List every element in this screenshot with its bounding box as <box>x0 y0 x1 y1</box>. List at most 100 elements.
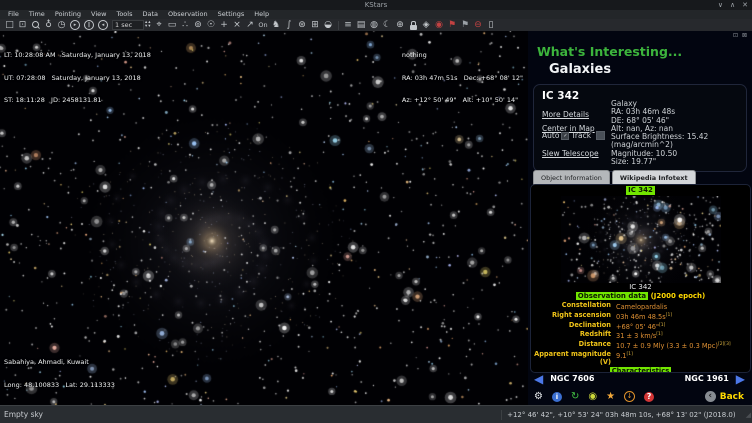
settings-icon[interactable]: ⚙ <box>534 390 543 404</box>
toggle-labels-icon[interactable]: On <box>257 20 270 31</box>
whats-up-tonight-icon[interactable]: ☾ <box>381 20 394 31</box>
find-telescope-icon[interactable]: ⊕ <box>394 20 407 31</box>
dock-close-icon[interactable]: ⊠ <box>742 32 747 39</box>
save-image-icon[interactable]: ▤ <box>355 20 368 31</box>
wiki-row-ref[interactable]: [1] <box>666 313 672 318</box>
back-button[interactable]: ‹ Back <box>705 391 744 402</box>
focus-crosshair-icon[interactable]: ⌖ <box>153 20 166 31</box>
toggle-constellation-lines-icon[interactable]: + <box>218 20 231 31</box>
wiki-row-value-text: 03h 46m 48.5s <box>616 313 666 321</box>
info-tabs: Object Information Wikipedia Infotext <box>533 170 696 185</box>
time-step-value[interactable]: 1 sec <box>112 20 144 30</box>
reload-icon[interactable]: ↻ <box>571 390 579 404</box>
observation-data-header: Observation data (J2000 epoch) <box>531 292 750 301</box>
favorite-icon[interactable]: ★ <box>606 390 615 404</box>
menu-file[interactable]: File <box>3 10 24 19</box>
focus-azalt: Az: +12° 50' 49" Alt: +10° 50' 14" <box>402 97 523 105</box>
prev-object-label[interactable]: NGC 7606 <box>550 374 594 383</box>
wiki-row-value-text: +68° 05' 46" <box>616 323 659 331</box>
find-object-icon[interactable] <box>29 20 42 31</box>
undock-icon[interactable]: ⊡ <box>733 32 738 39</box>
wiki-row-ref[interactable]: [1] <box>627 352 633 357</box>
toggle-satellites-icon[interactable]: ↗ <box>244 20 257 31</box>
toggle-stars-icon[interactable]: ∴ <box>179 20 192 31</box>
toggle-deepsky-icon[interactable]: ⊚ <box>192 20 205 31</box>
observation-flag-icon[interactable]: ⚑ <box>446 20 459 31</box>
wiki-row-ref[interactable]: [1] <box>659 323 665 328</box>
lock-icon[interactable] <box>410 25 417 30</box>
prev-object-icon[interactable]: ◀ <box>534 371 543 387</box>
wiki-row-ref[interactable]: [1] <box>656 332 662 337</box>
export-sky-image-icon[interactable]: ⊡ <box>16 20 29 31</box>
step-back-icon[interactable]: ◂ <box>98 20 108 30</box>
track-checkbox[interactable] <box>596 131 605 140</box>
list-flags-icon[interactable]: ⚑ <box>459 20 472 31</box>
next-object-label[interactable]: NGC 1961 <box>685 374 729 383</box>
back-arrow-icon[interactable]: ‹ <box>705 391 716 402</box>
menu-data[interactable]: Data <box>137 10 163 19</box>
wikipedia-infotext-view[interactable]: IC 342 IC 342 Observation data (J2000 ep… <box>530 184 751 373</box>
fullscreen-icon[interactable]: □ <box>3 20 16 31</box>
color-scheme-icon[interactable]: ◈ <box>420 20 433 31</box>
auto-track-row: Auto ✓ Track <box>542 131 605 140</box>
tab-object-information[interactable]: Object Information <box>533 170 610 185</box>
toolbar-separator <box>338 21 339 30</box>
menu-observation[interactable]: Observation <box>163 10 213 19</box>
toggle-constellation-art-icon[interactable]: ♞ <box>270 20 283 31</box>
supernova-alerts-icon[interactable]: ⊖ <box>472 20 485 31</box>
tab-wikipedia-infotext[interactable]: Wikipedia Infotext <box>612 170 696 185</box>
time-infobox[interactable]: LT: 10:28:08 AM Saturday, January 13, 20… <box>4 37 151 120</box>
location-infobox[interactable]: Sabahiya, Ahmadi, Kuwait Long: 48.100833… <box>4 344 115 404</box>
menu-view[interactable]: View <box>86 10 111 19</box>
sky-map[interactable]: LT: 10:28:08 AM Saturday, January 13, 20… <box>0 31 528 405</box>
wiki-row-value: Camelopardalis <box>611 302 667 312</box>
whats-interesting-icon[interactable]: ≡ <box>342 20 355 31</box>
minimize-button[interactable]: ∨ <box>718 0 723 10</box>
wiki-row-ref[interactable]: [2][3] <box>718 342 731 347</box>
next-object-icon[interactable]: ▶ <box>736 371 745 387</box>
auto-checkbox[interactable]: ✓ <box>561 132 569 140</box>
help-icon[interactable]: ? <box>644 392 654 402</box>
toolbar-group-tools: ≡▤◍☾⊕◈◉⚑⚑⊖▯ <box>342 20 498 31</box>
toggle-supernovae-icon[interactable]: ⊛ <box>296 20 309 31</box>
spin-down-icon[interactable]: ▾ <box>145 25 147 29</box>
set-time-icon[interactable]: ◷ <box>55 20 68 31</box>
maximize-button[interactable]: ∧ <box>730 0 735 10</box>
toggle-clock-icon[interactable]: ‖ <box>84 20 94 30</box>
menu-help[interactable]: Help <box>249 10 274 19</box>
sky-image-icon[interactable]: ▭ <box>166 20 179 31</box>
toggle-constellation-boundaries-icon[interactable]: × <box>231 20 244 31</box>
toggle-planets-icon[interactable]: ☉ <box>205 20 218 31</box>
night-vision-icon[interactable]: ◍ <box>368 20 381 31</box>
more-details-link[interactable]: More Details <box>542 110 589 119</box>
resize-grip[interactable]: ◢ <box>746 411 751 419</box>
close-button[interactable]: ✕ <box>742 0 748 10</box>
focus-infobox[interactable]: nothing RA: 03h 47m 51s Dec: +68° 08' 12… <box>402 37 523 120</box>
download-resources-icon[interactable]: ↓ <box>624 391 635 402</box>
unit-down-icon[interactable]: ▾ <box>148 25 150 29</box>
step-forward-icon[interactable]: ▸ <box>70 20 80 30</box>
time-step-arrows[interactable]: ▴▾ <box>145 21 147 29</box>
toggle-milky-way-icon[interactable]: ∫ <box>283 20 296 31</box>
back-label: Back <box>720 392 744 402</box>
menu-settings[interactable]: Settings <box>213 10 250 19</box>
status-right: +12° 46' 42", +10° 53' 24" 03h 48m 10s, … <box>501 406 752 423</box>
menu-pointing[interactable]: Pointing <box>50 10 86 19</box>
window-title: KStars <box>365 1 388 9</box>
wiki-row-value: 31 ± 3 km/s[1] <box>611 331 663 341</box>
toolbar-extender-icon[interactable]: ▯ <box>485 20 498 31</box>
time-universal: UT: 07:28:08 Saturday, January 13, 2018 <box>4 75 151 83</box>
details-info-icon[interactable]: i <box>552 392 562 402</box>
whats-interesting-panel: ⊡⊠ What's Interesting... Galaxies IC 342… <box>528 31 752 405</box>
menu-time[interactable]: Time <box>24 10 50 19</box>
fov-symbol-icon[interactable]: ◉ <box>433 20 446 31</box>
menu-tools[interactable]: Tools <box>111 10 137 19</box>
toggle-horizon-icon[interactable]: ◒ <box>322 20 335 31</box>
toggle-grid-icon[interactable]: ⊞ <box>309 20 322 31</box>
visibility-icon[interactable]: ◉ <box>588 390 597 404</box>
set-location-icon[interactable]: ♁ <box>42 20 55 31</box>
wiki-row-value: 10.7 ± 0.9 Mly (3.3 ± 0.3 Mpc)[2][3] <box>611 341 731 351</box>
slew-telescope-link[interactable]: Slew Telescope <box>542 149 599 158</box>
time-unit-arrows[interactable]: ▴▾ <box>148 21 150 29</box>
time-step-spinbox[interactable]: 1 sec ▴▾ ▴▾ <box>112 20 151 30</box>
